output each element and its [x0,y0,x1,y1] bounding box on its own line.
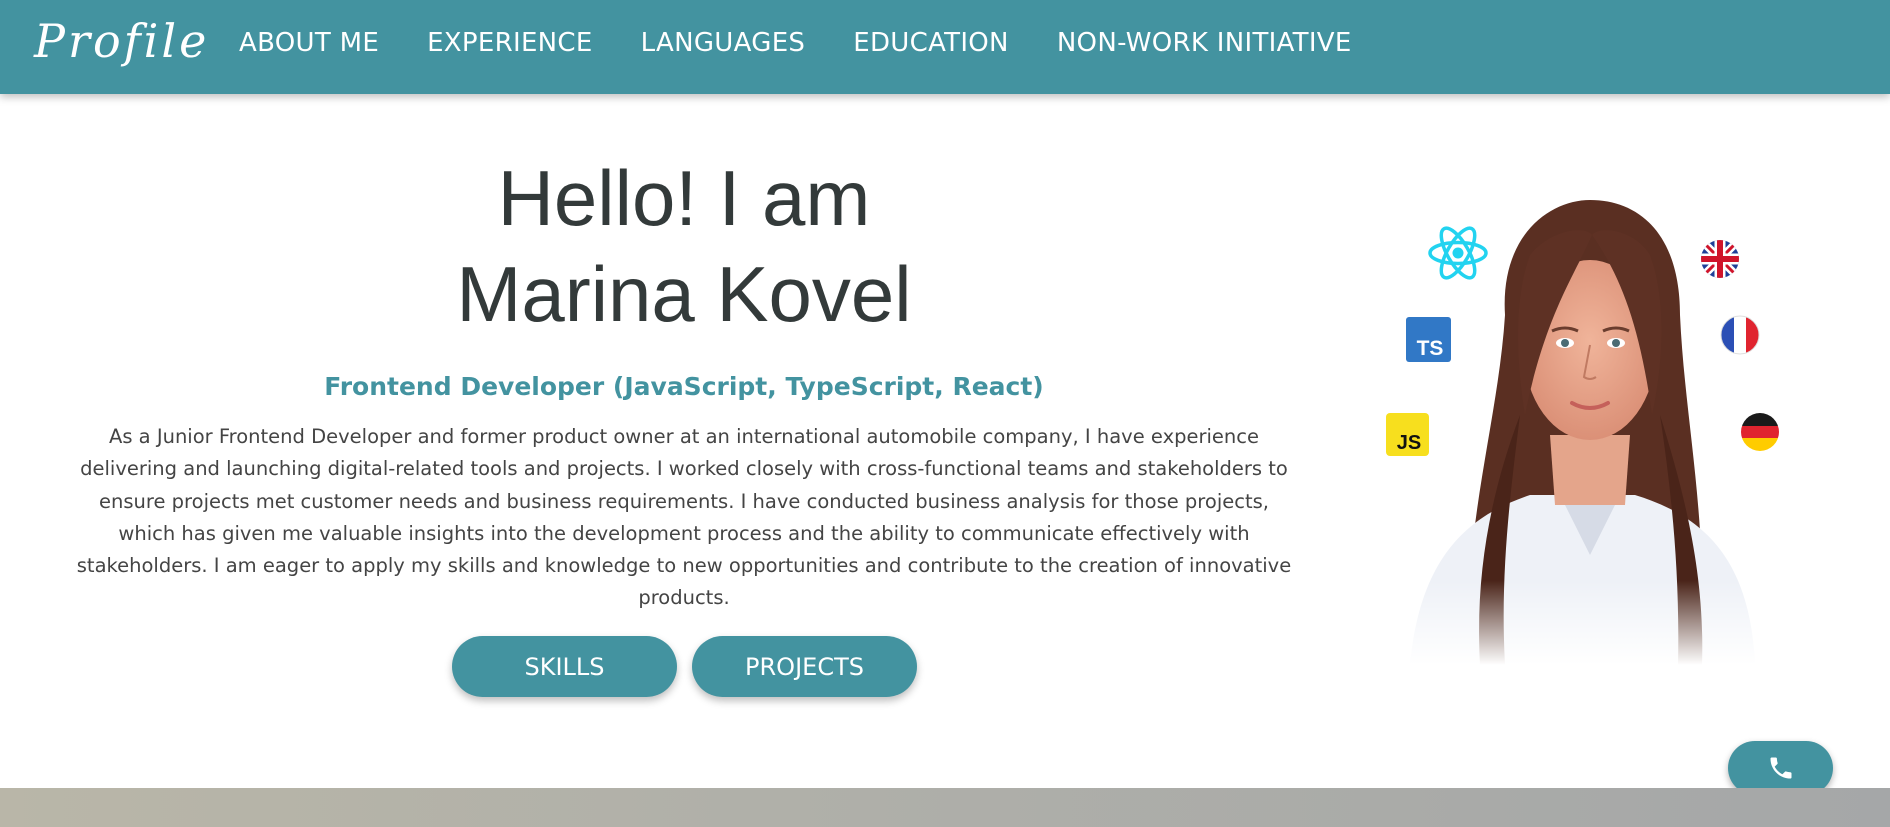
skills-button[interactable]: SKILLS [452,636,677,697]
bio-line: which has given me valuable insights int… [118,521,1250,545]
bio-line: products. [638,586,730,610]
javascript-icon-label: JS [1397,432,1421,454]
uk-flag-icon [1701,240,1739,278]
bio-line: As a Junior Frontend Developer and forme… [108,425,1259,448]
next-section-background [0,788,1890,827]
typescript-icon-label: TS [1417,337,1444,360]
hero-title-line-2: Marina Kovel [456,250,912,338]
bio-line: stakeholders. I am eager to apply my ski… [76,554,1292,578]
phone-icon [1770,757,1791,779]
nav-experience[interactable]: EXPERIENCE [427,28,593,58]
bio-line: delivering and launching digital-related… [80,457,1288,481]
hero-title-line-1: Hello! I am [497,154,871,242]
hero-title: Hello! I am Marina Kovel [310,150,1058,342]
nav-non-work-initiative[interactable]: NON-WORK INITIATIVE [1057,28,1352,58]
nav-about-me[interactable]: ABOUT ME [239,28,379,58]
nav-education[interactable]: EDUCATION [853,28,1009,58]
main-nav: ABOUT ME EXPERIENCE LANGUAGES EDUCATION … [239,28,1400,58]
react-icon [1428,226,1488,280]
germany-flag-icon [1741,413,1779,451]
typescript-icon: TS [1406,317,1451,362]
job-title: Frontend Developer (JavaScript, TypeScri… [324,372,1044,401]
top-navbar: Profile ABOUT ME EXPERIENCE LANGUAGES ED… [0,0,1890,94]
bio-line: ensure projects met customer needs and b… [99,489,1269,513]
site-logo[interactable]: Profile [34,14,209,68]
bio-paragraph: As a Junior Frontend Developer and forme… [72,421,1296,615]
france-flag-icon [1720,315,1760,355]
nav-languages[interactable]: LANGUAGES [641,28,806,58]
projects-button[interactable]: PROJECTS [692,636,917,697]
javascript-icon: JS [1386,413,1429,456]
phone-contact-button[interactable] [1728,741,1833,795]
